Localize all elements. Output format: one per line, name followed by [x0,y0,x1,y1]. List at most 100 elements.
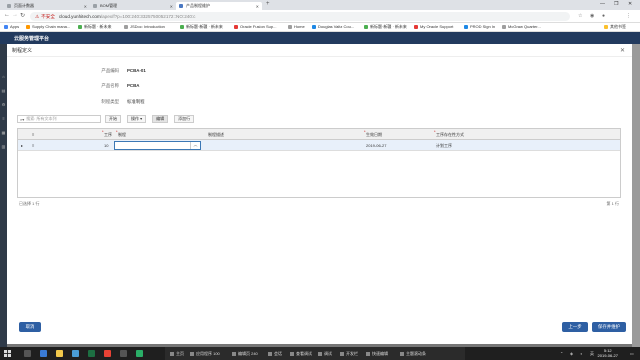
maximize-button[interactable]: ❐ [614,0,618,8]
menu-icon[interactable]: ⋮ [626,13,631,19]
close-icon[interactable]: ✕ [84,4,87,9]
bookmark-item[interactable]: Apps [4,24,19,29]
star-icon[interactable]: ☆ [578,13,582,19]
ie-icon[interactable] [40,350,47,357]
dev-toolbar-item[interactable]: 编辑页 240 [229,349,261,358]
tray-up-icon[interactable]: ⌃ [560,351,563,356]
bookmark-item[interactable]: Supply Chain mana... [26,24,70,29]
tab-page-counter[interactable]: 页面计数器 ✕ [4,2,90,10]
app-icon[interactable] [72,350,79,357]
side-nav: ⌂ ▤ ⚙ ≡ ▦ ▥ [0,44,7,347]
bookmark-item[interactable]: 新标题·新疆 · 新未来 [180,24,223,30]
reload-icon[interactable]: ↻ [20,12,25,19]
bookmark-item[interactable]: My Oracle Support [414,24,453,29]
app-icon[interactable] [120,350,127,357]
forward-icon[interactable]: → [12,12,18,18]
url-input[interactable]: ⚠ 不安全 cloud.yunhitech.com/apex/f?p=100:2… [30,12,570,21]
bookmark-item[interactable]: PROD Sign In [464,24,495,29]
chart-icon[interactable]: ▥ [1,144,6,149]
table-row[interactable]: ▸ ≡ 10 ︿ 2019-06-27 计划工序 [18,140,620,151]
notification-icon[interactable]: ▭ [630,351,634,356]
search-input[interactable]: ⌕▾ 搜索: 所有文本列 [17,115,101,123]
dev-toolbar-item[interactable]: 主题滚动条 [397,349,429,358]
cell-seq[interactable]: 10 [104,143,108,148]
row-menu-icon[interactable]: ≡ [32,143,34,148]
bookmark-item[interactable]: McGraw Quarter... [502,24,541,29]
grid-toolbar: ⌕▾ 搜索: 所有文本列 开始 操作 ▾ 编辑 添加行 [17,115,195,123]
dev-toolbar-item[interactable]: 调试 [315,349,335,358]
new-tab-button[interactable]: + [266,1,270,7]
wechat-icon[interactable] [136,350,143,357]
dev-toolbar-item[interactable]: 会话 [265,349,285,358]
process-select-input[interactable]: ︿ [114,141,201,150]
bookmark-item[interactable]: 新标题 · 新未来 [78,24,112,30]
cell-date[interactable]: 2019-06-27 [366,143,386,148]
explorer-icon[interactable] [56,350,63,357]
dev-toolbar-item[interactable]: 主页 [167,349,187,358]
bookmark-item[interactable]: Oracle Fusion Sup... [234,24,276,29]
bookmarks-bar: Apps Supply Chain mana... 新标题 · 新未来 JSDo… [0,23,640,32]
address-bar-row: ← → ↻ ⚠ 不安全 cloud.yunhitech.com/apex/f?p… [0,10,640,23]
window-close-button[interactable]: ✕ [628,0,632,8]
grid-icon[interactable]: ▦ [1,130,6,135]
dev-toolbar-item[interactable]: 开发栏 [337,349,361,358]
bookmark-item[interactable]: 其他书签 [604,24,626,30]
col-header-method[interactable]: 工序存在性方式 [434,129,464,138]
dev-toolbar-item[interactable]: 快速编辑 [363,349,391,358]
volume-icon[interactable]: ◖ [580,351,582,356]
minimize-button[interactable]: — [600,0,605,8]
ime-label[interactable]: 英 [590,351,594,357]
col-header-process[interactable]: 制程 [116,129,126,138]
close-icon[interactable]: ✕ [620,47,625,54]
search-placeholder: 搜索: 所有文本列 [26,116,57,121]
selection-count: 已选择 1 行 [19,201,40,206]
add-row-button[interactable]: 添加行 [174,115,195,123]
grid-header-menu-icon[interactable]: ≡ [32,132,34,137]
gear-icon[interactable]: ⚙ [1,102,6,107]
bookmark-item[interactable]: JSDoc: Introduction [124,24,165,29]
extension-icon[interactable]: ◉ [590,13,594,19]
previous-step-button[interactable]: 上一步 [562,322,588,332]
col-header-seq[interactable]: 工序 [102,129,112,138]
bookmark-item[interactable]: Douglas Valtz Cou... [312,24,354,29]
chrome-icon[interactable] [104,350,111,357]
insecure-label: 不安全 [41,13,55,19]
actions-menu-button[interactable]: 操作 ▾ [127,115,147,123]
col-header-date[interactable]: 生效日期 [364,129,382,138]
profile-icon[interactable]: ● [602,13,605,19]
app-area: 云服务管理平台 ⌂ ▤ ⚙ ≡ ▦ ▥ 制程定义 ✕ 产品编码 PCBA-01 … [0,32,640,347]
bookmark-item[interactable]: 新标题·新疆 · 新未来 [364,24,407,30]
field-process-type: 制程类型 标准制程 [97,99,145,105]
windows-start-icon[interactable] [4,350,11,357]
close-icon[interactable]: ✕ [170,4,173,9]
tab-label: BOM管理 [100,3,118,8]
field-label: 产品编码 [101,68,119,73]
menu-item-icon[interactable]: ▤ [1,88,6,93]
bookmark-item[interactable]: Home [288,24,305,29]
save-and-maintain-button[interactable]: 保存并维护 [592,322,626,332]
process-definition-dialog: 制程定义 ✕ 产品编码 PCBA-01 产品名称 PCBA 制程类型 标准制程 … [7,44,632,344]
background-page-edge [632,44,640,347]
go-button[interactable]: 开始 [105,115,121,123]
system-clock[interactable]: 5:12 2019-06-27 [598,348,618,358]
list-icon[interactable]: ≡ [1,116,6,121]
network-icon[interactable]: ◈ [570,351,573,356]
chevron-down-icon[interactable]: ︿ [190,142,200,149]
dev-toolbar-item[interactable]: 应用程序 100 [187,349,223,358]
dev-toolbar-item[interactable]: 查看调试 [287,349,315,358]
col-header-desc[interactable]: 制程描述 [208,132,224,138]
search-taskbar-icon[interactable] [24,350,31,357]
back-icon[interactable]: ← [4,12,10,18]
field-value: PCBA-01 [127,68,146,73]
tab-product-process[interactable]: 产品制程维护 ✕ [176,2,262,10]
browser-tab-strip: 页面计数器 ✕ BOM管理 ✕ 产品制程维护 ✕ + — ❐ ✕ [0,0,640,10]
excel-icon[interactable] [88,350,95,357]
tab-bom[interactable]: BOM管理 ✕ [90,2,176,10]
home-icon[interactable]: ⌂ [1,74,6,79]
field-value: 标准制程 [127,99,145,104]
cell-method[interactable]: 计划工序 [436,143,452,149]
tab-favicon-icon [179,4,183,8]
close-icon[interactable]: ✕ [256,4,259,9]
cancel-button[interactable]: 取消 [19,322,41,332]
edit-button[interactable]: 编辑 [152,115,169,123]
